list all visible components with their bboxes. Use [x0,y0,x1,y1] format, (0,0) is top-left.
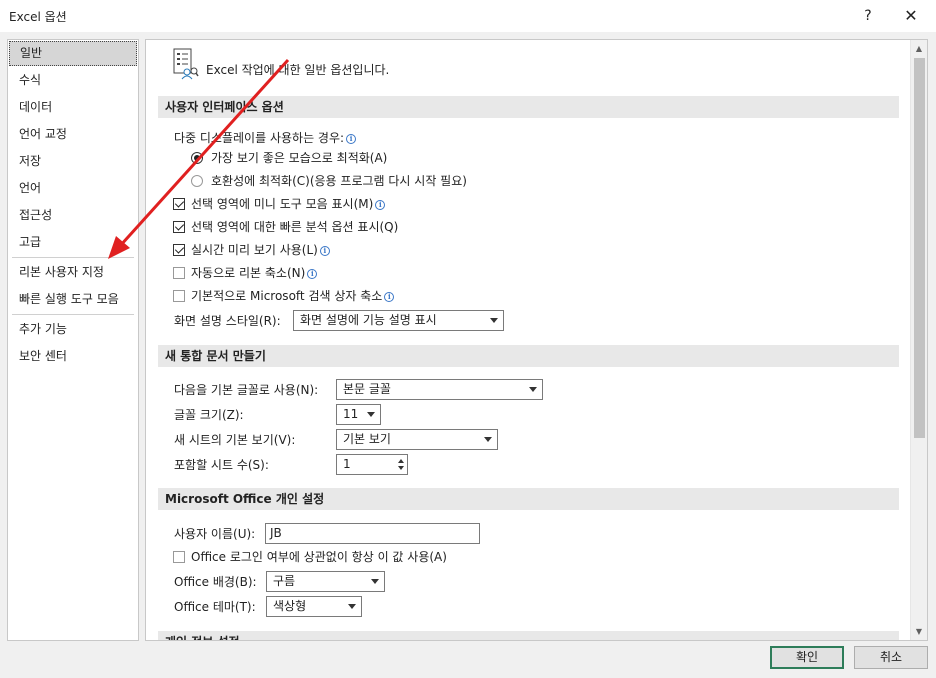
chevron-down-icon [367,412,375,417]
section-header-personalize: Microsoft Office 개인 설정 [158,488,899,510]
checkbox-mini-toolbar[interactable]: 선택 영역에 미니 도구 모음 표시(M) i [173,196,386,212]
info-icon: i [346,134,357,144]
checkbox-label: 선택 영역에 미니 도구 모음 표시(M) [191,197,374,211]
options-nav: 일반 수식 데이터 언어 교정 저장 언어 접근성 고급 리본 사용자 지정 빠… [7,39,139,641]
nav-divider [12,257,134,258]
section-header-privacy: 개인 정보 설정 [158,631,899,640]
multi-display-label: 다중 디스플레이를 사용하는 경우: [174,131,345,145]
options-content: Excel 작업에 대한 일반 옵션입니다. 사용자 인터페이스 옵션 다중 디… [145,39,928,641]
info-icon: i [319,246,330,256]
nav-item-quick-access-toolbar[interactable]: 빠른 실행 도구 모음 [8,286,138,313]
dropdown-value: 구름 [273,574,296,588]
help-button[interactable]: ? [853,4,883,28]
nav-item-advanced[interactable]: 고급 [8,229,138,256]
screentip-label: 화면 설명 스타일(R): [174,314,281,328]
screentip-style-dropdown[interactable]: 화면 설명에 기능 설명 표시 [293,310,504,331]
intro-text: Excel 작업에 대한 일반 옵션입니다. [206,63,390,77]
nav-item-customize-ribbon[interactable]: 리본 사용자 지정 [8,259,138,286]
sheet-count-label: 포함할 시트 수(S): [174,458,269,472]
window-title: Excel 옵션 [9,10,67,24]
dropdown-value: 본문 글꼴 [343,382,391,396]
section-header-new-workbook: 새 통합 문서 만들기 [158,345,899,367]
nav-item-language[interactable]: 언어 [8,175,138,202]
nav-item-general[interactable]: 일반 [9,41,137,66]
checkbox-always-use[interactable]: Office 로그인 여부에 상관없이 항상 이 값 사용(A) [173,549,447,565]
chevron-down-icon [484,437,492,442]
checkbox-icon [173,551,185,563]
default-view-label: 새 시트의 기본 보기(V): [174,433,296,447]
checkbox-icon [173,244,185,256]
checkbox-live-preview[interactable]: 실시간 미리 보기 사용(L) i [173,242,330,258]
checkbox-collapse-search[interactable]: 기본적으로 Microsoft 검색 상자 축소 i [173,288,395,304]
nav-item-accessibility[interactable]: 접근성 [8,202,138,229]
checkbox-icon [173,290,185,302]
checkbox-collapse-ribbon[interactable]: 자동으로 리본 축소(N) i [173,265,318,281]
multi-display-row: 다중 디스플레이를 사용하는 경우: i [174,130,357,146]
nav-item-formulas[interactable]: 수식 [8,67,138,94]
office-theme-dropdown[interactable]: 색상형 [266,596,362,617]
default-font-label: 다음을 기본 글꼴로 사용(N): [174,383,319,397]
cancel-button[interactable]: 취소 [854,646,928,669]
office-background-dropdown[interactable]: 구름 [266,571,385,592]
stepper-up-icon[interactable] [398,459,404,463]
radio-optimize-appearance[interactable]: 가장 보기 좋은 모습으로 최적화(A) [191,150,387,166]
checkbox-label: 실시간 미리 보기 사용(L) [191,243,318,257]
content-scrollbar[interactable]: ▲ ▼ [910,40,927,640]
checkbox-icon [173,267,185,279]
ok-button[interactable]: 확인 [770,646,844,669]
font-size-dropdown[interactable]: 11 [336,404,381,425]
general-options-icon [173,48,199,80]
info-icon: i [307,269,318,279]
dropdown-value: 11 [343,407,359,421]
scroll-thumb[interactable] [914,58,925,438]
radio-label: 가장 보기 좋은 모습으로 최적화(A) [211,151,388,165]
username-label: 사용자 이름(U): [174,527,256,541]
office-theme-label: Office 테마(T): [174,600,256,614]
scroll-down-icon[interactable]: ▼ [911,623,927,640]
nav-item-add-ins[interactable]: 추가 기능 [8,316,138,343]
dropdown-value: 색상형 [273,599,307,613]
nav-item-trust-center[interactable]: 보안 센터 [8,343,138,370]
info-icon: i [384,292,395,302]
nav-divider [12,314,134,315]
office-background-label: Office 배경(B): [174,575,257,589]
username-field[interactable]: JB [265,523,480,544]
stepper-down-icon[interactable] [398,466,404,470]
default-view-dropdown[interactable]: 기본 보기 [336,429,498,450]
radio-icon [191,152,203,164]
stepper-value: 1 [343,457,351,471]
nav-item-save[interactable]: 저장 [8,148,138,175]
dropdown-value: 화면 설명에 기능 설명 표시 [300,313,437,327]
chevron-down-icon [490,318,498,323]
checkbox-icon [173,221,185,233]
checkbox-quick-analysis[interactable]: 선택 영역에 대한 빠른 분석 옵션 표시(Q) [173,219,398,235]
chevron-down-icon [371,579,379,584]
default-font-dropdown[interactable]: 본문 글꼴 [336,379,543,400]
checkbox-label: 선택 영역에 대한 빠른 분석 옵션 표시(Q) [191,220,399,234]
sheet-count-stepper[interactable]: 1 [336,454,408,475]
radio-icon [191,175,203,187]
chevron-down-icon [529,387,537,392]
checkbox-label: Office 로그인 여부에 상관없이 항상 이 값 사용(A) [191,550,447,564]
checkbox-label: 기본적으로 Microsoft 검색 상자 축소 [191,289,383,303]
chevron-down-icon [348,604,356,609]
radio-optimize-compatibility[interactable]: 호환성에 최적화(C)(응용 프로그램 다시 시작 필요) [191,173,467,189]
title-bar: Excel 옵션 ? ✕ [0,0,936,32]
radio-label: 호환성에 최적화(C)(응용 프로그램 다시 시작 필요) [211,174,467,188]
nav-item-proofing[interactable]: 언어 교정 [8,121,138,148]
close-button[interactable]: ✕ [896,4,926,28]
nav-item-data[interactable]: 데이터 [8,94,138,121]
checkbox-label: 자동으로 리본 축소(N) [191,266,306,280]
checkbox-icon [173,198,185,210]
info-icon: i [375,200,386,210]
section-header-ui-options: 사용자 인터페이스 옵션 [158,96,899,118]
font-size-label: 글꼴 크기(Z): [174,408,244,422]
dropdown-value: 기본 보기 [343,432,391,446]
scroll-up-icon[interactable]: ▲ [911,40,927,57]
